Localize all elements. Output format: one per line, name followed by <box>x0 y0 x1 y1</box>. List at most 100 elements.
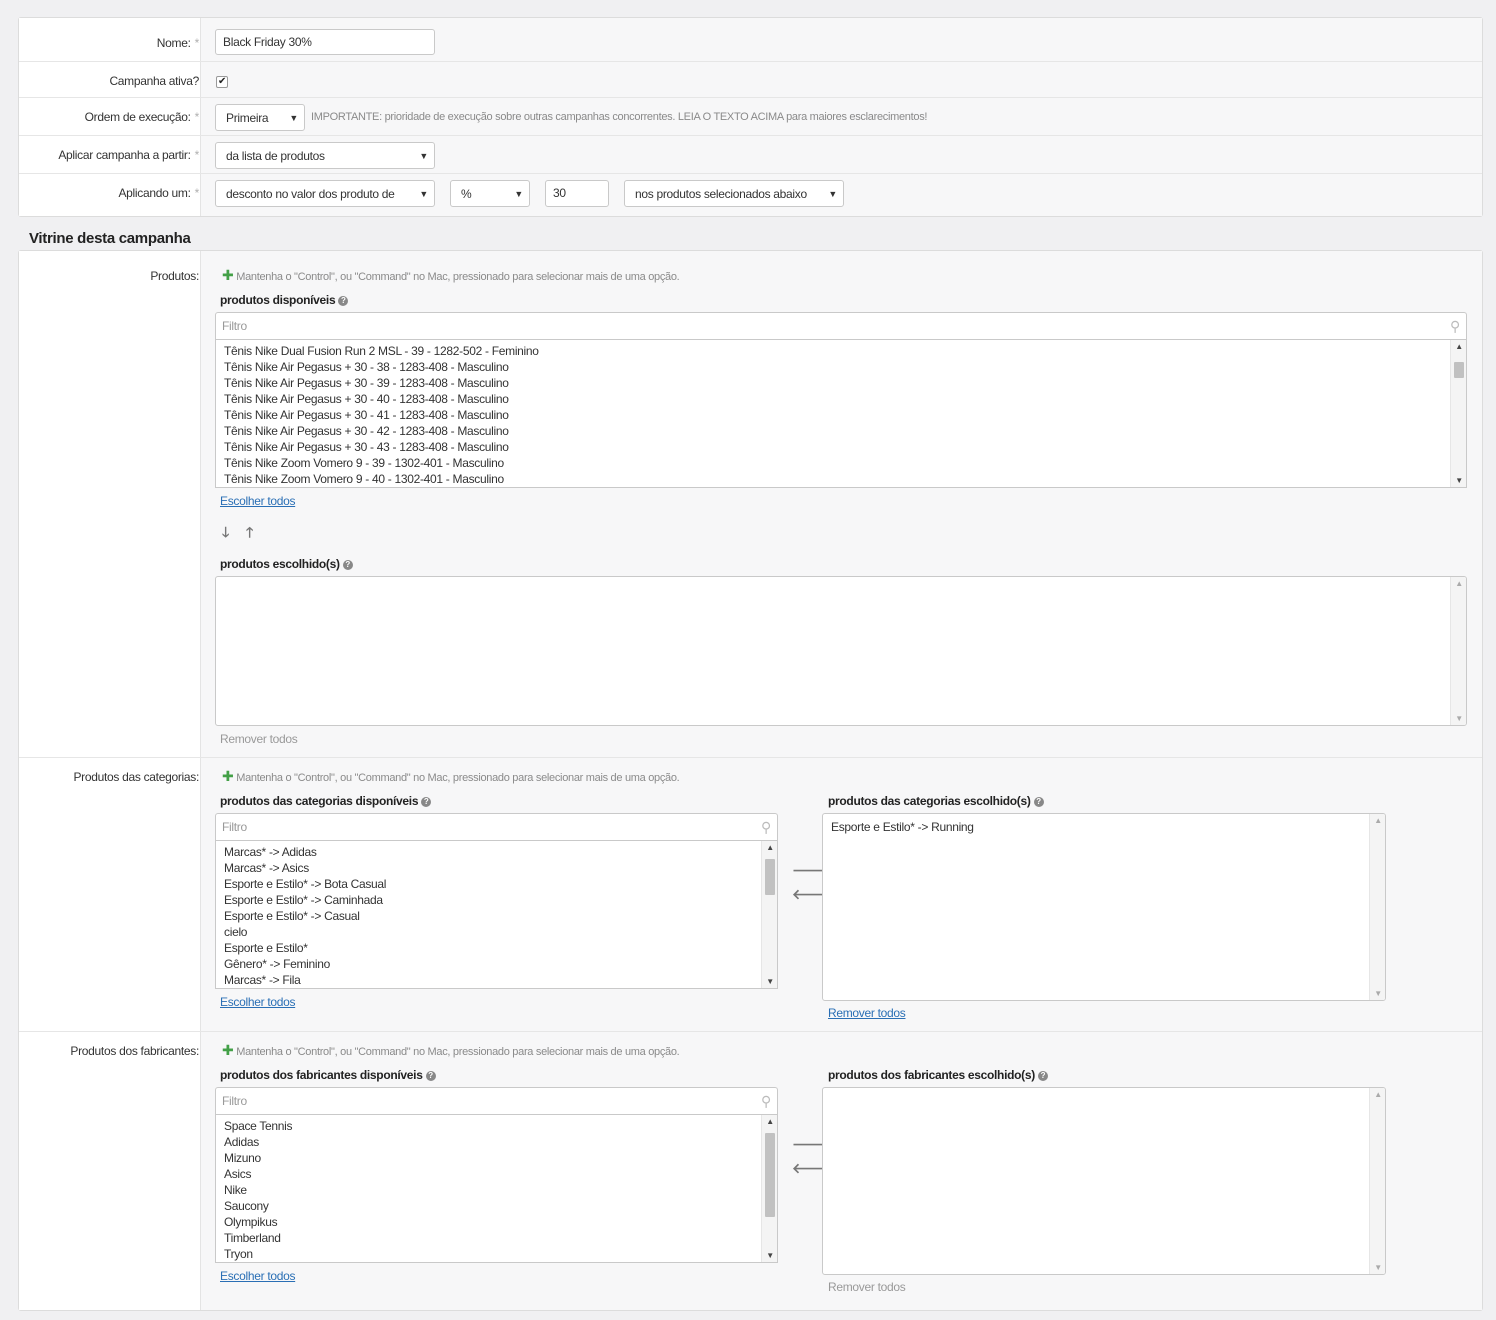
section-title: Vitrine desta campanha <box>29 230 191 247</box>
list-option[interactable]: Tênis Nike Dual Fusion Run 2 MSL - 39 - … <box>224 343 539 359</box>
categories-chosen-title: produtos das categorias escolhido(s)? <box>828 794 1044 808</box>
scroll-up-icon[interactable]: ▲ <box>1370 1090 1385 1099</box>
chevron-down-icon: ▼ <box>828 189 837 199</box>
products-available-list[interactable]: Tênis Nike Dual Fusion Run 2 MSL - 39 - … <box>215 339 1467 488</box>
scroll-down-icon[interactable]: ▼ <box>1451 714 1466 723</box>
row-order: Ordem de execução: * Primeira ▼ IMPORTANTE… <box>19 98 1482 136</box>
scroll-down-icon[interactable]: ▼ <box>1451 476 1466 485</box>
move-down-icon[interactable]: 🡓 <box>222 522 229 546</box>
list-option[interactable]: Tryon <box>224 1246 292 1262</box>
manufacturers-select-all-link[interactable]: Escolher todos <box>220 1269 295 1283</box>
manufacturers-available-title: produtos dos fabricantes disponíveis? <box>220 1068 436 1082</box>
products-select-all-link[interactable]: Escolher todos <box>220 494 295 508</box>
scroll-up-icon[interactable]: ▲ <box>1451 579 1466 588</box>
products-hint: ✚ Mantenha o "Control", ou "Command" no … <box>222 267 680 283</box>
list-option[interactable]: Saucony <box>224 1198 292 1214</box>
discount-type-select[interactable]: desconto no valor dos produto de ▼ <box>215 180 435 207</box>
scroll-down-icon[interactable]: ▼ <box>1370 1263 1385 1272</box>
scroll-up-icon[interactable]: ▲ <box>1451 342 1466 351</box>
row-manufacturers: Produtos dos fabricantes: ✚ Mantenha o "… <box>19 1032 1482 1312</box>
products-available-items: Tênis Nike Dual Fusion Run 2 MSL - 39 - … <box>224 343 539 487</box>
row-name: Nome: * Black Friday 30% <box>19 18 1482 62</box>
scrollbar-thumb[interactable] <box>765 859 775 895</box>
order-select[interactable]: Primeira ▼ <box>215 104 305 131</box>
order-label: Ordem de execução: * <box>84 110 200 124</box>
manufacturers-chosen-list[interactable]: ▲ ▼ <box>822 1087 1386 1275</box>
products-filter-input[interactable]: Filtro ⚲ <box>215 312 1467 340</box>
list-option[interactable]: Esporte e Estilo* -> Casual <box>224 908 386 924</box>
list-option[interactable]: Esporte e Estilo* -> Caminhada <box>224 892 386 908</box>
chevron-down-icon: ▼ <box>419 189 428 199</box>
products-remove-all-link[interactable]: Remover todos <box>220 732 298 746</box>
list-option[interactable]: Esporte e Estilo* -> Running <box>831 819 974 835</box>
list-option[interactable]: Olympikus <box>224 1214 292 1230</box>
scrollbar-thumb[interactable] <box>765 1133 775 1217</box>
search-icon: ⚲ <box>761 1093 771 1109</box>
row-categories: Produtos das categorias: ✚ Mantenha o "C… <box>19 758 1482 1032</box>
amount-input[interactable]: 30 <box>545 180 609 207</box>
manufacturers-available-items: Space Tennis Adidas Mizuno Asics Nike Saucony… <box>224 1118 293 1262</box>
list-option[interactable]: Marcas* -> Asics <box>224 860 386 876</box>
chevron-down-icon: ▼ <box>289 113 298 123</box>
categories-chosen-list[interactable]: Esporte e Estilo* -> Running ▲ ▼ <box>822 813 1386 1001</box>
categories-hint: ✚ Mantenha o "Control", ou "Command" no … <box>222 768 680 784</box>
list-option[interactable]: Tênis Nike Zoom Vomero 9 - 40 - 1302-401… <box>224 471 539 487</box>
scrollbar[interactable]: ▲ ▼ <box>761 1115 777 1262</box>
list-option[interactable]: Mizuno <box>224 1150 292 1166</box>
categories-available-list[interactable]: Marcas* -> Adidas Marcas* -> Asics Esporte… <box>215 840 778 989</box>
products-chosen-list[interactable]: ▲ ▼ <box>215 576 1467 726</box>
scrollbar[interactable]: ▲ ▼ <box>1450 577 1466 725</box>
list-option[interactable]: Tênis Nike Air Pegasus + 30 - 40 - 1283-… <box>224 391 539 407</box>
products-chosen-title: produtos escolhido(s)? <box>220 557 353 571</box>
scroll-down-icon[interactable]: ▼ <box>762 1251 777 1260</box>
list-option[interactable]: Gênero* -> Feminino <box>224 956 386 972</box>
scrollbar[interactable]: ▲ ▼ <box>1450 340 1466 487</box>
list-option[interactable]: Asics <box>224 1166 292 1182</box>
active-label: Campanha ativa? <box>109 74 199 88</box>
plus-icon: ✚ <box>222 768 234 784</box>
manufacturers-available-list[interactable]: Space Tennis Adidas Mizuno Asics Nike Saucony… <box>215 1114 778 1263</box>
scroll-up-icon[interactable]: ▲ <box>762 843 777 852</box>
list-option[interactable]: Marcas* -> Fila <box>224 972 386 988</box>
categories-chosen-items: Esporte e Estilo* -> Running <box>831 819 974 835</box>
list-option[interactable]: cielo <box>224 924 386 940</box>
list-option[interactable]: Adidas <box>224 1134 292 1150</box>
move-up-icon[interactable]: 🡑 <box>246 522 253 546</box>
list-option[interactable]: Esporte e Estilo* <box>224 940 386 956</box>
name-input[interactable]: Black Friday 30% <box>215 29 435 55</box>
search-icon: ⚲ <box>761 819 771 835</box>
target-select[interactable]: nos produtos selecionados abaixo ▼ <box>624 180 844 207</box>
list-option[interactable]: Esporte e Estilo* -> Bota Casual <box>224 876 386 892</box>
scrollbar-thumb[interactable] <box>1454 362 1464 378</box>
categories-select-all-link[interactable]: Escolher todos <box>220 995 295 1009</box>
list-option[interactable]: Tênis Nike Air Pegasus + 30 - 41 - 1283-… <box>224 407 539 423</box>
manufacturers-remove-all-link[interactable]: Remover todos <box>828 1280 906 1294</box>
scroll-down-icon[interactable]: ▼ <box>1370 989 1385 998</box>
list-option[interactable]: Tênis Nike Zoom Vomero 9 - 39 - 1302-401… <box>224 455 539 471</box>
list-option[interactable]: Tênis Nike Air Pegasus + 30 - 39 - 1283-… <box>224 375 539 391</box>
active-checkbox[interactable]: ✔ <box>216 76 228 88</box>
list-option[interactable]: Tênis Nike Air Pegasus + 30 - 38 - 1283-… <box>224 359 539 375</box>
unit-select[interactable]: % ▼ <box>450 180 530 207</box>
manufacturers-chosen-title: produtos dos fabricantes escolhido(s)? <box>828 1068 1048 1082</box>
categories-filter-input[interactable]: Filtro ⚲ <box>215 813 778 841</box>
chevron-down-icon: ▼ <box>419 151 428 161</box>
categories-remove-all-link[interactable]: Remover todos <box>828 1006 906 1020</box>
list-option[interactable]: Marcas* -> Adidas <box>224 844 386 860</box>
list-option[interactable]: Nike <box>224 1182 292 1198</box>
apply-from-select[interactable]: da lista de produtos ▼ <box>215 142 435 169</box>
plus-icon: ✚ <box>222 1042 234 1058</box>
scrollbar[interactable]: ▲ ▼ <box>1369 1088 1385 1274</box>
list-option[interactable]: Timberland <box>224 1230 292 1246</box>
list-option[interactable]: Tênis Nike Air Pegasus + 30 - 42 - 1283-… <box>224 423 539 439</box>
manufacturers-filter-input[interactable]: Filtro ⚲ <box>215 1087 778 1115</box>
scrollbar[interactable]: ▲ ▼ <box>1369 814 1385 1000</box>
products-available-title: produtos disponíveis? <box>220 293 349 307</box>
search-icon: ⚲ <box>1450 318 1460 334</box>
scroll-up-icon[interactable]: ▲ <box>1370 816 1385 825</box>
scrollbar[interactable]: ▲ ▼ <box>761 841 777 988</box>
list-option[interactable]: Tênis Nike Air Pegasus + 30 - 43 - 1283-… <box>224 439 539 455</box>
list-option[interactable]: Space Tennis <box>224 1118 293 1134</box>
scroll-down-icon[interactable]: ▼ <box>762 977 777 986</box>
scroll-up-icon[interactable]: ▲ <box>762 1117 777 1126</box>
